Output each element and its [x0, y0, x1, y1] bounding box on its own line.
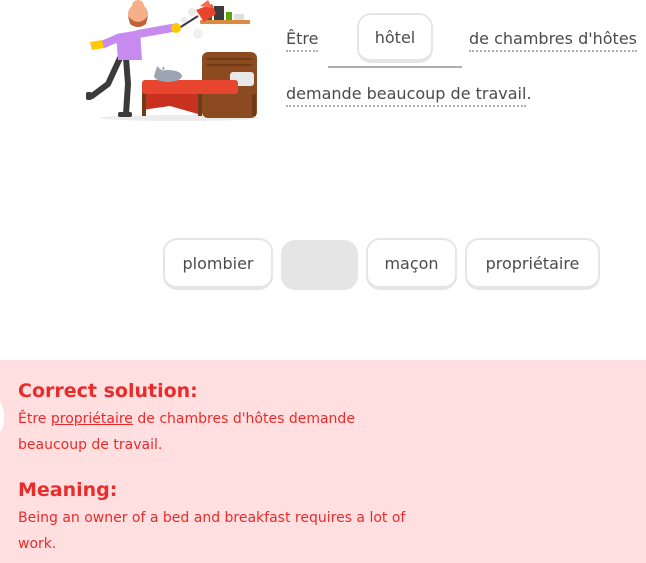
cat-icon [154, 66, 182, 82]
sentence-line-2: demande beaucoup de travail. [286, 84, 532, 107]
meaning-heading: Meaning: [18, 479, 118, 501]
meaning-text: Being an owner of a bed and breakfast re… [18, 510, 406, 552]
word-bank-empty-slot [281, 240, 358, 290]
panel-edge-notch [0, 402, 4, 432]
word-bank-label: maçon [384, 253, 439, 273]
answer-blank-line [328, 66, 462, 68]
solution-highlight-word: propriétaire [50, 411, 133, 427]
word-bank-plombier[interactable]: plombier [163, 238, 273, 290]
sentence-word-chambres: de chambres d'hôtes [469, 29, 637, 52]
word-bank-proprietaire[interactable]: propriétaire [465, 238, 600, 290]
bed-icon [142, 52, 257, 118]
word-bank-macon[interactable]: maçon [366, 238, 457, 290]
correct-solution-heading: Correct solution: [18, 380, 198, 402]
feedback-panel: Correct solution: Être propriétaire de c… [0, 360, 646, 563]
feather-duster-icon [175, 0, 216, 31]
word-bank-label: propriétaire [485, 253, 580, 273]
word-bank-label: plombier [182, 253, 254, 273]
sentence-word-etre: Être [286, 29, 319, 52]
illustration [86, 0, 260, 121]
correct-solution-text: Être propriétaire de chambres d'hôtes de… [18, 411, 355, 453]
placed-word-label: hôtel [374, 27, 416, 47]
placed-word-chip[interactable]: hôtel [357, 13, 433, 63]
